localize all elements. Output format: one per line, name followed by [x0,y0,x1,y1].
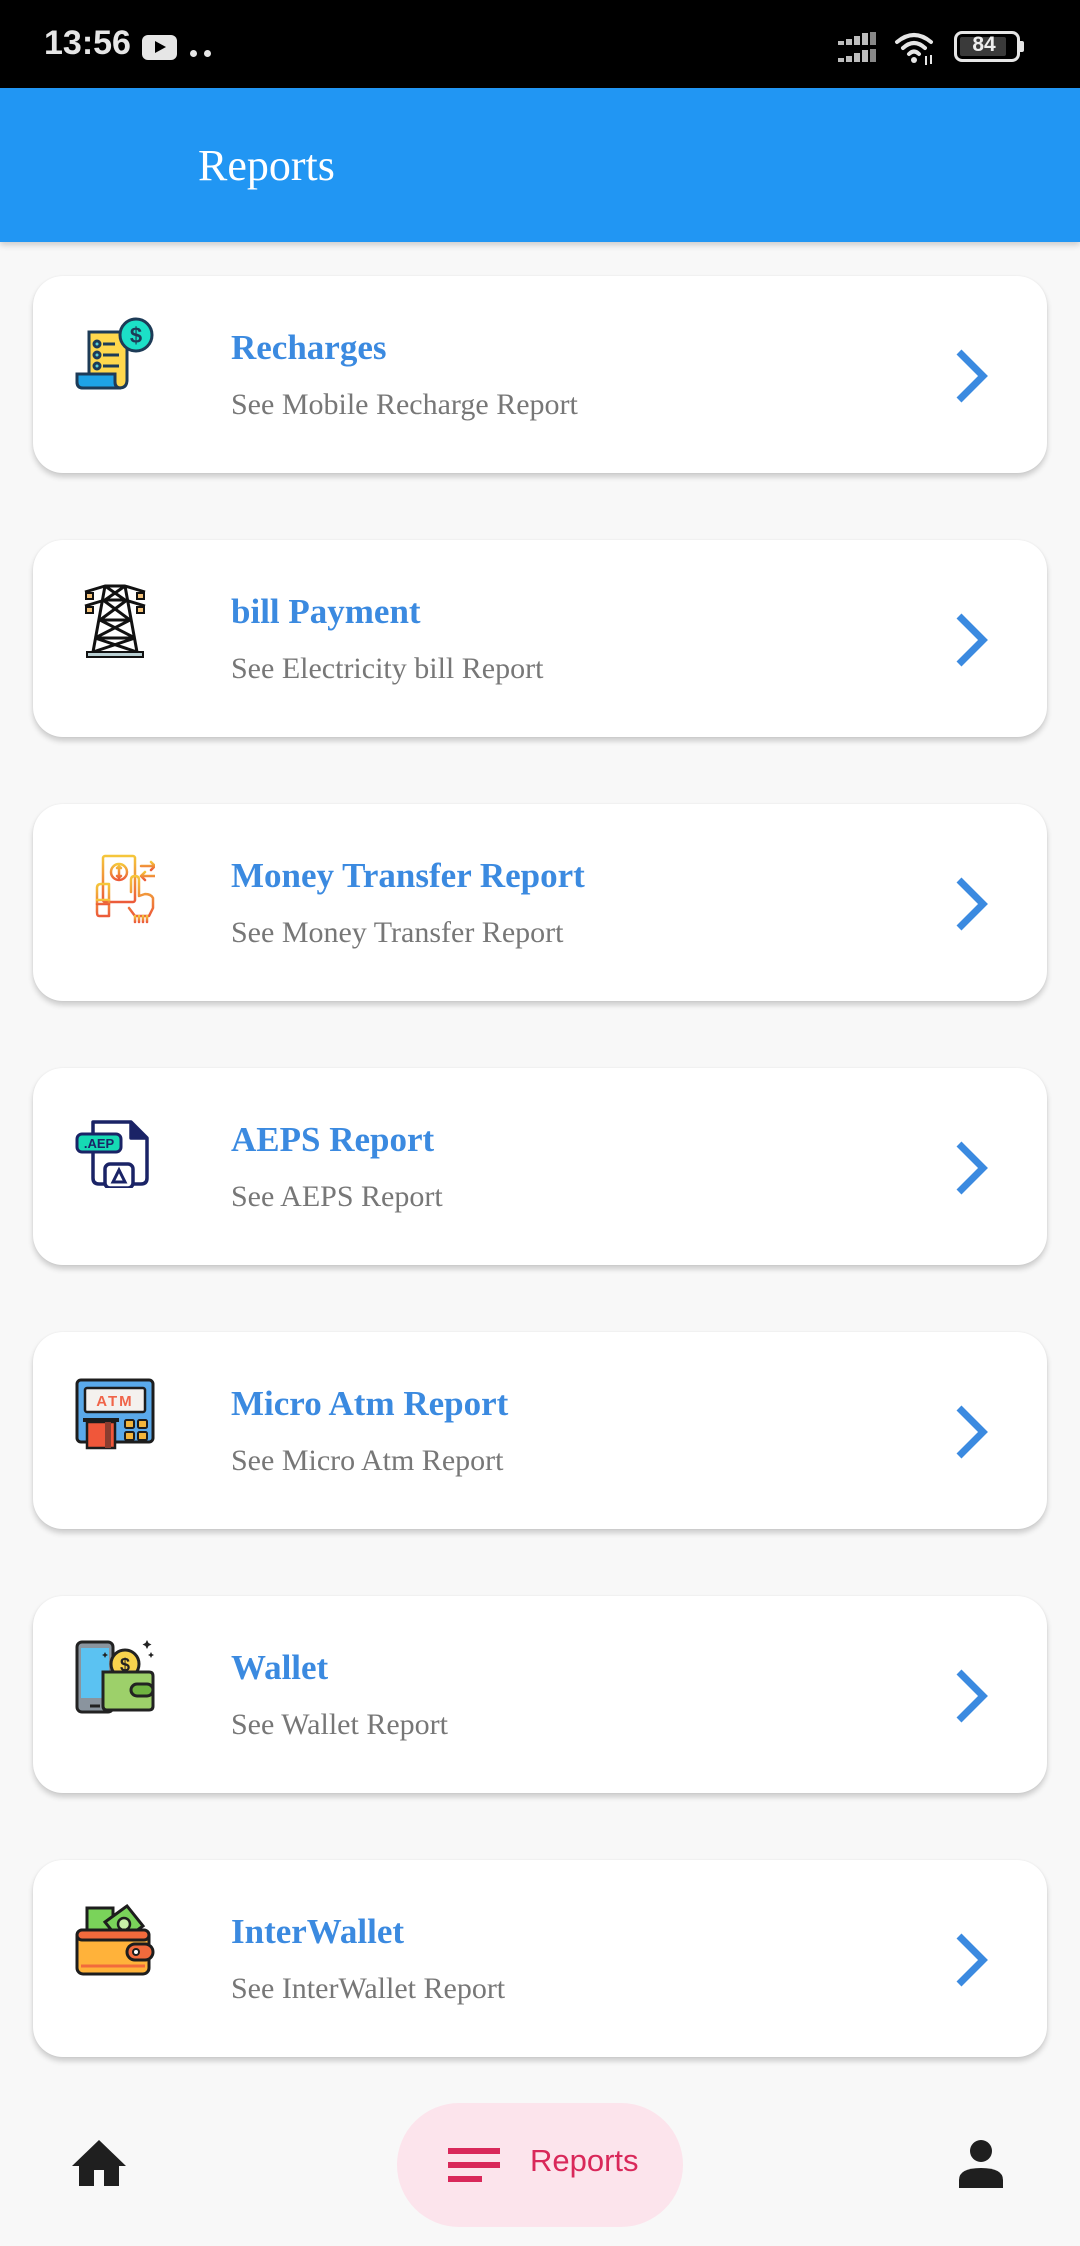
report-title: InterWallet [231,1912,405,1951]
chevron-right-icon[interactable] [951,1402,995,1462]
power-tower-icon [84,584,146,658]
money-transfer-icon [95,854,155,924]
report-title: bill Payment [231,592,421,631]
nav-item-reports[interactable]: Reports [397,2103,683,2227]
battery-icon: 84 [954,31,1020,62]
report-subtitle: See Money Transfer Report [231,916,564,949]
more-dots-icon [190,44,218,62]
bottom-navigation: Reports [0,2080,1080,2246]
person-icon[interactable] [955,2140,1007,2188]
report-card-wallet[interactable]: $ Wallet See Wallet Report [33,1596,1047,1793]
chevron-right-icon[interactable] [951,1138,995,1198]
battery-level: 84 [972,33,996,56]
wallet-cash-icon [75,1903,155,1976]
report-subtitle: See InterWallet Report [231,1972,506,2005]
atm-label: ATM [96,1393,133,1410]
report-card-money-transfer[interactable]: Money Transfer Report See Money Transfer… [33,804,1047,1001]
nav-label-reports: Reports [530,2143,639,2178]
chevron-right-icon[interactable] [951,874,995,934]
report-title: Money Transfer Report [231,856,585,895]
mobile-wallet-icon: $ [75,1640,155,1714]
report-title: AEPS Report [231,1120,435,1159]
report-card-aeps[interactable]: .AEP AEPS Report See AEPS Report [33,1068,1047,1265]
chevron-right-icon[interactable] [951,1666,995,1726]
atm-machine-icon: ATM [75,1378,155,1450]
home-icon[interactable] [70,2138,128,2188]
signal-icon [838,32,876,62]
chevron-right-icon[interactable] [951,346,995,406]
report-subtitle: See Micro Atm Report [231,1444,504,1477]
report-title: Recharges [231,328,387,367]
report-card-recharges[interactable]: $ Recharges See Mobile Recharge Report [33,276,1047,473]
chevron-right-icon[interactable] [951,610,995,670]
aep-file-icon: .AEP [75,1120,149,1188]
battery-tip [1020,41,1024,52]
report-subtitle: See AEPS Report [231,1180,443,1213]
youtube-icon [142,35,177,60]
svg-text:$: $ [130,323,142,348]
report-subtitle: See Electricity bill Report [231,652,544,685]
wifi-icon [895,33,933,65]
status-bar: 13:56 84 [0,0,1080,88]
receipt-dollar-icon: $ [75,317,154,390]
report-card-bill-payment[interactable]: bill Payment See Electricity bill Report [33,540,1047,737]
menu-lines-icon [448,2148,500,2182]
app-bar: Reports [0,88,1080,242]
report-card-micro-atm[interactable]: ATM Micro Atm Report See Micro Atm Repor… [33,1332,1047,1529]
report-subtitle: See Mobile Recharge Report [231,388,578,421]
page-title: Reports [198,141,335,190]
status-time: 13:56 [44,24,131,62]
report-card-interwallet[interactable]: InterWallet See InterWallet Report [33,1860,1047,2057]
report-subtitle: See Wallet Report [231,1708,448,1741]
report-title: Wallet [231,1648,329,1687]
chevron-right-icon[interactable] [951,1930,995,1990]
report-title: Micro Atm Report [231,1384,509,1423]
aep-label: .AEP [84,1136,115,1151]
